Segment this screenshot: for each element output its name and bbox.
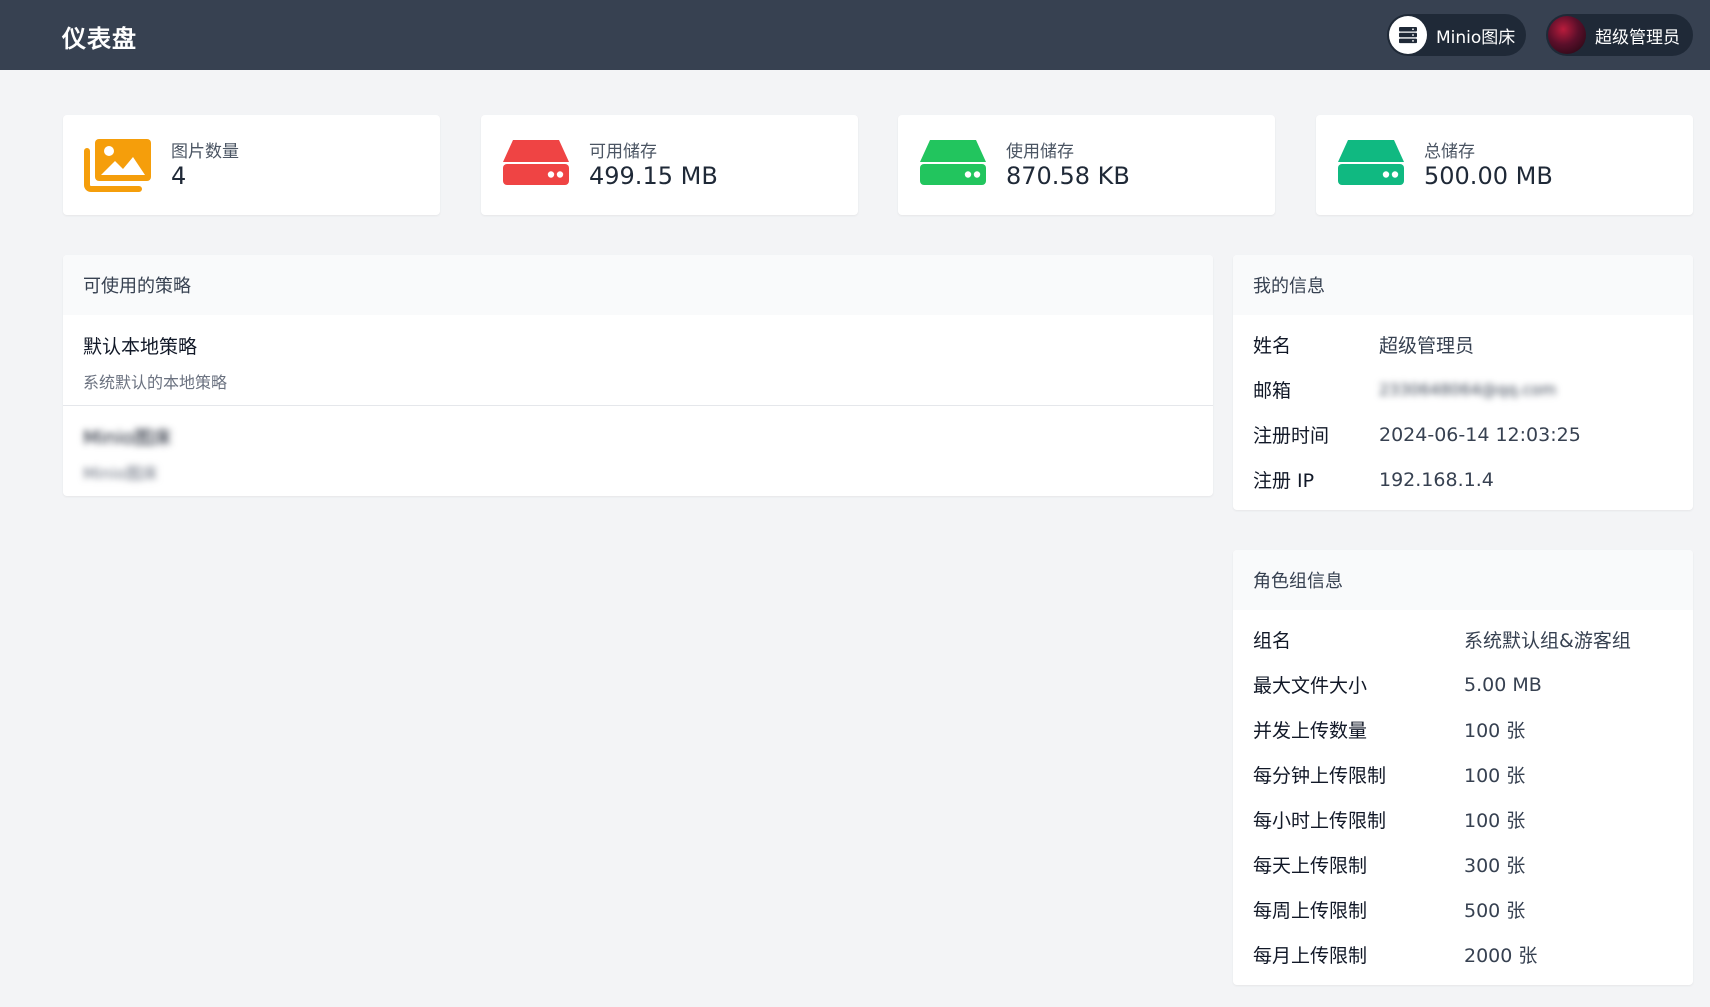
info-value: 100 张 <box>1464 765 1526 787</box>
info-value: 100 张 <box>1464 720 1526 742</box>
info-value: 2000 张 <box>1464 945 1538 967</box>
info-key: 每周上传限制 <box>1253 900 1368 922</box>
info-value: 100 张 <box>1464 810 1526 832</box>
info-row: 每小时上传限制 100 张 <box>1233 797 1693 842</box>
info-row: 每天上传限制 300 张 <box>1233 842 1693 887</box>
my-info-panel-title: 我的信息 <box>1233 255 1693 315</box>
policies-panel: 可使用的策略 默认本地策略 系统默认的本地策略 Minio图床 Minio图床 <box>63 255 1213 496</box>
info-key: 每月上传限制 <box>1253 945 1368 967</box>
stat-value: 499.15 MB <box>589 162 718 190</box>
info-row: 最大文件大小 5.00 MB <box>1233 662 1693 707</box>
info-value: 系统默认组&游客组 <box>1464 630 1631 652</box>
stat-card-used-storage: 使用储存 870.58 KB <box>898 115 1275 215</box>
info-key: 邮箱 <box>1253 380 1292 402</box>
info-value: 192.168.1.4 <box>1379 468 1494 491</box>
list-item[interactable]: 默认本地策略 系统默认的本地策略 <box>63 315 1213 405</box>
info-row: 注册时间 2024-06-14 12:03:25 <box>1233 412 1693 457</box>
hard-drive-icon <box>918 137 988 191</box>
info-key: 每分钟上传限制 <box>1253 765 1387 787</box>
info-value: 5.00 MB <box>1464 673 1542 696</box>
info-value: 超级管理员 <box>1379 335 1475 357</box>
hard-drive-icon <box>501 137 571 191</box>
stat-card-total-storage: 总储存 500.00 MB <box>1316 115 1693 215</box>
stat-value: 500.00 MB <box>1424 162 1553 190</box>
policy-description: Minio图床 <box>83 464 158 483</box>
user-menu-label: 超级管理员 <box>1595 27 1680 48</box>
policy-description: 系统默认的本地策略 <box>83 373 228 392</box>
stat-label: 可用储存 <box>589 142 657 162</box>
my-info-panel: 我的信息 姓名 超级管理员 邮箱 2330648064@qq.com 注册时间 … <box>1233 255 1693 510</box>
stat-value: 4 <box>171 162 187 190</box>
stat-card-available-storage: 可用储存 499.15 MB <box>481 115 858 215</box>
user-menu-button[interactable]: 超级管理员 <box>1546 14 1693 56</box>
info-value: 500 张 <box>1464 900 1526 922</box>
top-bar: 仪表盘 Minio图床 超级管理员 <box>0 0 1710 70</box>
info-value: 2330648064@qq.com <box>1379 380 1557 399</box>
policies-panel-title: 可使用的策略 <box>63 255 1213 315</box>
info-key: 每小时上传限制 <box>1253 810 1387 832</box>
info-key: 注册时间 <box>1253 425 1330 447</box>
stat-label: 总储存 <box>1424 142 1475 162</box>
info-row: 每月上传限制 2000 张 <box>1233 932 1693 977</box>
images-icon <box>83 137 153 197</box>
storage-switcher-button[interactable]: Minio图床 <box>1387 14 1526 56</box>
stat-label: 使用储存 <box>1006 142 1074 162</box>
info-row: 组名 系统默认组&游客组 <box>1233 617 1693 662</box>
info-key: 最大文件大小 <box>1253 675 1368 697</box>
info-value: 2024-06-14 12:03:25 <box>1379 423 1581 446</box>
policy-name: Minio图床 <box>83 427 172 449</box>
stat-card-image-count: 图片数量 4 <box>63 115 440 215</box>
page-title: 仪表盘 <box>62 25 137 53</box>
role-info-panel: 角色组信息 组名 系统默认组&游客组 最大文件大小 5.00 MB 并发上传数量… <box>1233 550 1693 985</box>
stat-value: 870.58 KB <box>1006 162 1130 190</box>
info-value: 300 张 <box>1464 855 1526 877</box>
server-icon <box>1389 16 1427 54</box>
avatar <box>1548 16 1586 54</box>
role-info-panel-title: 角色组信息 <box>1233 550 1693 610</box>
info-key: 注册 IP <box>1253 470 1315 492</box>
info-key: 组名 <box>1253 630 1292 652</box>
info-row: 邮箱 2330648064@qq.com <box>1233 367 1693 412</box>
policy-name: 默认本地策略 <box>83 336 198 358</box>
info-row: 每分钟上传限制 100 张 <box>1233 752 1693 797</box>
storage-switcher-label: Minio图床 <box>1436 27 1516 48</box>
hard-drive-icon <box>1336 137 1406 191</box>
info-row: 注册 IP 192.168.1.4 <box>1233 457 1693 502</box>
stat-label: 图片数量 <box>171 142 239 162</box>
list-item[interactable]: Minio图床 Minio图床 <box>63 405 1213 495</box>
info-key: 每天上传限制 <box>1253 855 1368 877</box>
info-row: 并发上传数量 100 张 <box>1233 707 1693 752</box>
info-key: 并发上传数量 <box>1253 720 1368 742</box>
info-row: 每周上传限制 500 张 <box>1233 887 1693 932</box>
info-key: 姓名 <box>1253 335 1292 357</box>
info-row: 姓名 超级管理员 <box>1233 322 1693 367</box>
